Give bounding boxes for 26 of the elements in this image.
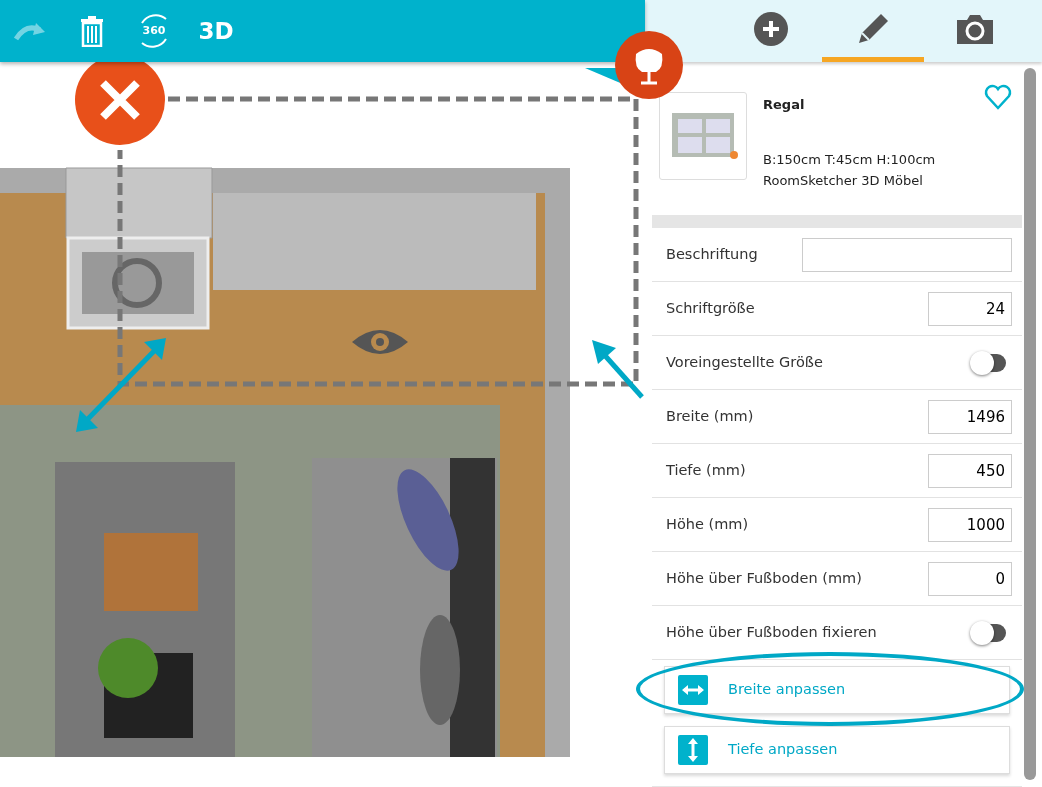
field-label: Höhe (mm) [666, 514, 749, 534]
camera-icon [955, 12, 995, 45]
field-label: Höhe über Fußboden fixieren [666, 622, 877, 642]
product-name: Regal [763, 96, 806, 114]
input-field[interactable]: 450 [928, 453, 1012, 488]
field-label: Höhe über Fußboden (mm) [666, 568, 862, 588]
input-field[interactable]: 1000 [928, 507, 1012, 542]
field-label: Breite (mm) [666, 406, 754, 426]
input-field[interactable]: 0 [928, 561, 1012, 596]
field-label: Schriftgröße [666, 298, 755, 318]
scrollbar[interactable] [1024, 68, 1036, 780]
plus-icon [754, 11, 788, 46]
delete-icon[interactable] [75, 62, 165, 145]
field-label: Voreingestellte Größe [666, 352, 823, 372]
input-field[interactable] [802, 237, 1012, 272]
product-source: RoomSketcher 3D Möbel [763, 171, 924, 190]
input-field[interactable]: 1496 [928, 399, 1012, 434]
rotate-arrow-icon[interactable] [592, 340, 644, 399]
trash-icon [80, 15, 104, 47]
favorite-icon[interactable] [984, 84, 1012, 110]
input-field[interactable]: 24 [928, 291, 1012, 326]
eye-icon [352, 330, 408, 354]
field-label: Beschriftung [666, 244, 758, 264]
product-dimensions: B:150cm T:45cm H:100cm [763, 150, 936, 169]
redo-icon [14, 21, 46, 41]
field-label: Tiefe (mm) [666, 460, 746, 480]
